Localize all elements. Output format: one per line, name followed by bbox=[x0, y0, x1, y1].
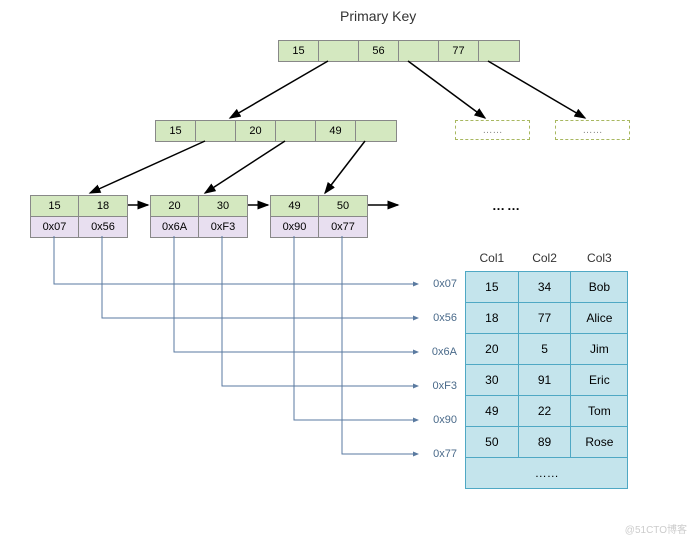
table-cell: 91 bbox=[518, 365, 571, 396]
table-cell: 77 bbox=[518, 303, 571, 334]
table-cell: 18 bbox=[466, 303, 519, 334]
leaf-key: 18 bbox=[79, 196, 127, 216]
leaf-ellipsis: …… bbox=[492, 198, 522, 213]
leaf-node: 20 30 0x6A 0xF3 bbox=[150, 195, 248, 238]
leaf-node: 49 50 0x90 0x77 bbox=[270, 195, 368, 238]
leaf-ptr: 0x56 bbox=[79, 217, 127, 237]
pointer-label: 0x56 bbox=[433, 312, 457, 324]
pointer-label: 0x77 bbox=[433, 448, 457, 460]
table-cell: 30 bbox=[466, 365, 519, 396]
placeholder-node: …… bbox=[555, 120, 630, 140]
col-header: Col1 bbox=[466, 245, 519, 272]
table-cell: Bob bbox=[571, 272, 628, 303]
internal-key: 15 bbox=[156, 121, 196, 141]
root-node: 15 56 77 bbox=[278, 40, 520, 62]
table-cell: Eric bbox=[571, 365, 628, 396]
internal-gap bbox=[196, 121, 236, 141]
root-gap bbox=[319, 41, 359, 61]
table-row: 4922Tom bbox=[466, 396, 628, 427]
leaf-ptr: 0xF3 bbox=[199, 217, 247, 237]
data-table: Col1 Col2 Col3 1534Bob1877Alice205Jim309… bbox=[465, 245, 628, 489]
table-cell: Alice bbox=[571, 303, 628, 334]
table-cell: 22 bbox=[518, 396, 571, 427]
internal-gap bbox=[276, 121, 316, 141]
pointer-label: 0x6A bbox=[432, 346, 457, 358]
leaf-key: 15 bbox=[31, 196, 79, 216]
leaf-ptr: 0x07 bbox=[31, 217, 79, 237]
leaf-key: 30 bbox=[199, 196, 247, 216]
col-header: Col2 bbox=[518, 245, 571, 272]
table-cell: Jim bbox=[571, 334, 628, 365]
table-row: 5089Rose bbox=[466, 427, 628, 458]
table-cell: 89 bbox=[518, 427, 571, 458]
col-header: Col3 bbox=[571, 245, 628, 272]
pointer-label: 0xF3 bbox=[433, 380, 457, 392]
page-title: Primary Key bbox=[340, 8, 416, 24]
root-gap bbox=[479, 41, 519, 61]
table-cell: Tom bbox=[571, 396, 628, 427]
placeholder-node: …… bbox=[455, 120, 530, 140]
root-key: 15 bbox=[279, 41, 319, 61]
table-cell: 50 bbox=[466, 427, 519, 458]
table-row: 1877Alice bbox=[466, 303, 628, 334]
internal-gap bbox=[356, 121, 396, 141]
internal-key: 49 bbox=[316, 121, 356, 141]
root-key: 77 bbox=[439, 41, 479, 61]
table-row: 3091Eric bbox=[466, 365, 628, 396]
table-row: …… bbox=[466, 458, 628, 489]
placeholder-label: …… bbox=[483, 125, 503, 136]
pointer-label: 0x90 bbox=[433, 414, 457, 426]
root-gap bbox=[399, 41, 439, 61]
internal-node: 15 20 49 bbox=[155, 120, 397, 142]
leaf-ptr: 0x77 bbox=[319, 217, 367, 237]
table-cell: 34 bbox=[518, 272, 571, 303]
table-cell: 49 bbox=[466, 396, 519, 427]
table-footer: …… bbox=[466, 458, 628, 489]
watermark: @51CTO博客 bbox=[625, 521, 687, 536]
table-row: 205Jim bbox=[466, 334, 628, 365]
table-cell: 15 bbox=[466, 272, 519, 303]
leaf-key: 50 bbox=[319, 196, 367, 216]
leaf-ptr: 0x90 bbox=[271, 217, 319, 237]
leaf-key: 49 bbox=[271, 196, 319, 216]
leaf-key: 20 bbox=[151, 196, 199, 216]
table-cell: 5 bbox=[518, 334, 571, 365]
table-cell: Rose bbox=[571, 427, 628, 458]
placeholder-label: …… bbox=[583, 125, 603, 136]
table-cell: 20 bbox=[466, 334, 519, 365]
root-key: 56 bbox=[359, 41, 399, 61]
table-row: 1534Bob bbox=[466, 272, 628, 303]
leaf-node: 15 18 0x07 0x56 bbox=[30, 195, 128, 238]
internal-key: 20 bbox=[236, 121, 276, 141]
leaf-ptr: 0x6A bbox=[151, 217, 199, 237]
pointer-label: 0x07 bbox=[433, 278, 457, 290]
table-header: Col1 Col2 Col3 bbox=[466, 245, 628, 272]
